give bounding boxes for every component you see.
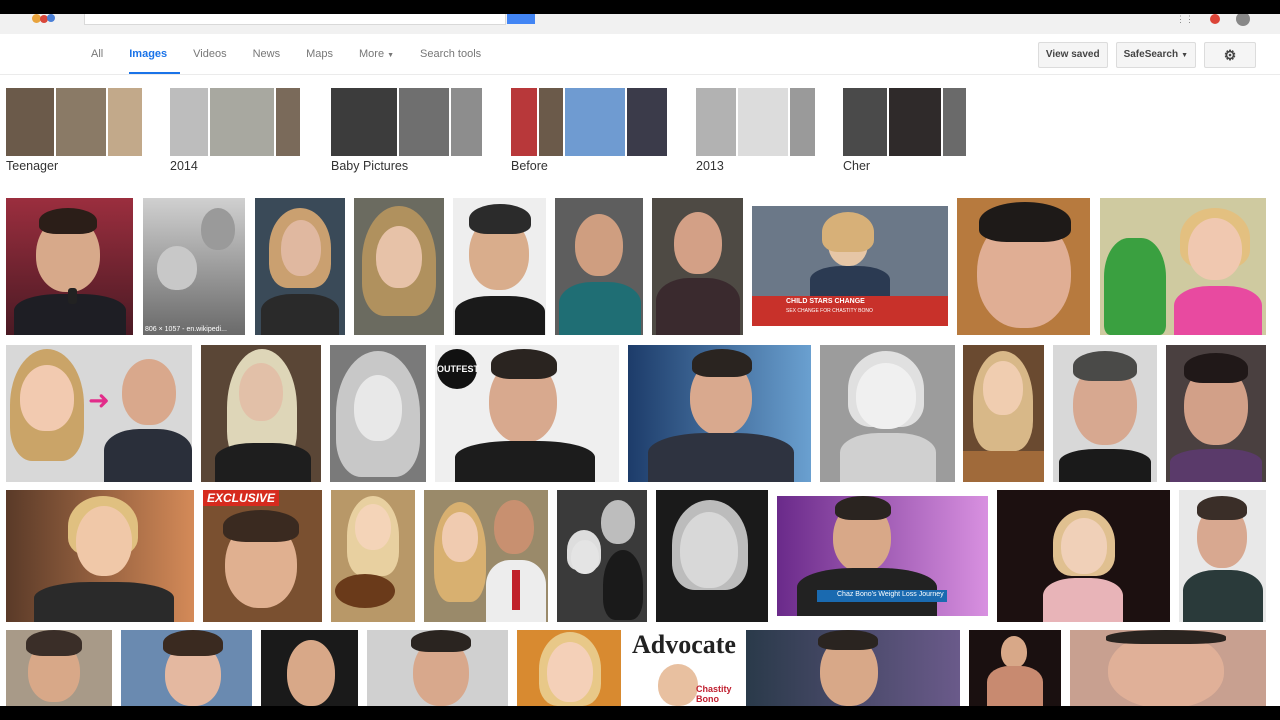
magazine-cover-name: Chastity Bono bbox=[696, 684, 732, 704]
search-input[interactable] bbox=[84, 14, 506, 25]
browser-viewport: ⋮⋮ All Images Videos News Maps More ▼ Sea… bbox=[0, 14, 1280, 706]
related-searches: Teenager 2014 Baby Pictures Before 2013 … bbox=[0, 88, 1280, 178]
avatar[interactable] bbox=[1236, 14, 1250, 26]
tab-videos[interactable]: Videos bbox=[193, 34, 239, 74]
related-chip[interactable]: 2013 bbox=[696, 88, 815, 173]
image-result[interactable] bbox=[969, 630, 1061, 706]
image-result[interactable] bbox=[652, 198, 743, 335]
tab-search-tools[interactable]: Search tools bbox=[420, 34, 494, 74]
image-results-row: Advocate Chastity Bono bbox=[0, 630, 1280, 706]
image-result[interactable] bbox=[1179, 490, 1266, 622]
image-result[interactable] bbox=[330, 345, 426, 482]
image-result[interactable]: OUTFEST bbox=[435, 345, 619, 482]
video-caption: Chaz Bono's Weight Loss Journey bbox=[837, 591, 944, 598]
related-thumbnails bbox=[6, 88, 142, 156]
magazine-title: Advocate bbox=[632, 630, 736, 659]
related-chip[interactable]: Cher bbox=[843, 88, 966, 173]
image-result[interactable] bbox=[354, 198, 444, 335]
related-label: Teenager bbox=[6, 159, 59, 173]
related-chip[interactable]: 2014 bbox=[170, 88, 302, 173]
image-result[interactable] bbox=[6, 630, 112, 706]
search-button[interactable] bbox=[507, 14, 535, 24]
image-result[interactable] bbox=[424, 490, 548, 622]
related-chip[interactable]: Baby Pictures bbox=[331, 88, 482, 173]
image-result[interactable] bbox=[261, 630, 358, 706]
image-result[interactable] bbox=[656, 490, 768, 622]
image-result[interactable]: Chaz Bono's Weight Loss Journey bbox=[777, 496, 988, 616]
image-result[interactable] bbox=[517, 630, 621, 706]
image-result[interactable] bbox=[997, 490, 1170, 622]
image-results-row: 806 × 1057 - en.wikipedi... CHILD STARS … bbox=[0, 198, 1280, 335]
view-saved-button[interactable]: View saved bbox=[1037, 42, 1108, 68]
image-result[interactable] bbox=[957, 198, 1090, 335]
related-label: 2014 bbox=[170, 159, 198, 173]
outfest-logo: OUTFEST bbox=[437, 349, 479, 389]
outfest-text: OUTFEST bbox=[437, 364, 479, 374]
image-results-row: ➜ OUTFEST bbox=[0, 345, 1280, 482]
news-headline: CHILD STARS CHANGE bbox=[786, 298, 865, 305]
related-thumbnails bbox=[511, 88, 667, 156]
arrow-right-icon: ➜ bbox=[88, 385, 110, 415]
notification-icon[interactable] bbox=[1210, 14, 1220, 24]
image-result[interactable] bbox=[963, 345, 1044, 482]
image-result[interactable] bbox=[121, 630, 252, 706]
related-label: Before bbox=[511, 159, 548, 173]
account-area: ⋮⋮ bbox=[1176, 14, 1250, 26]
image-result[interactable] bbox=[1070, 630, 1266, 706]
chevron-down-icon: ▼ bbox=[1181, 52, 1188, 59]
safesearch-label: SafeSearch bbox=[1123, 49, 1179, 60]
image-result[interactable] bbox=[201, 345, 321, 482]
image-result[interactable]: EXCLUSIVE bbox=[203, 490, 322, 622]
image-result[interactable]: ➜ bbox=[6, 345, 192, 482]
related-thumbnails bbox=[696, 88, 815, 156]
gear-icon: ⚙ bbox=[1223, 47, 1237, 63]
chevron-down-icon: ▼ bbox=[387, 52, 395, 59]
tab-more[interactable]: More ▼ bbox=[359, 34, 407, 74]
image-result[interactable] bbox=[746, 630, 960, 706]
image-result[interactable] bbox=[1053, 345, 1157, 482]
image-result[interactable] bbox=[557, 490, 647, 622]
related-label: Cher bbox=[843, 159, 871, 173]
image-result[interactable] bbox=[820, 345, 955, 482]
image-results-row: EXCLUSIVE Chaz Bono's Weight Loss Journe… bbox=[0, 490, 1280, 622]
image-result[interactable]: CHILD STARS CHANGE SEX CHANGE FOR CHASTI… bbox=[752, 206, 948, 326]
image-result[interactable] bbox=[6, 490, 194, 622]
toolbar-buttons: View saved SafeSearch ▼ ⚙ bbox=[1037, 42, 1256, 68]
image-result[interactable] bbox=[255, 198, 345, 335]
related-thumbnails bbox=[843, 88, 966, 156]
image-result[interactable] bbox=[1100, 198, 1266, 335]
tab-images[interactable]: Images bbox=[129, 34, 181, 74]
image-result[interactable] bbox=[628, 345, 811, 482]
tab-all[interactable]: All bbox=[91, 34, 116, 74]
image-result[interactable] bbox=[331, 490, 415, 622]
related-chip[interactable]: Before bbox=[511, 88, 667, 173]
related-thumbnails bbox=[170, 88, 302, 156]
image-result[interactable] bbox=[453, 198, 546, 335]
tab-maps[interactable]: Maps bbox=[306, 34, 346, 74]
image-result[interactable] bbox=[555, 198, 643, 335]
settings-button[interactable]: ⚙ bbox=[1204, 42, 1256, 68]
image-result[interactable]: Advocate Chastity Bono bbox=[630, 630, 737, 706]
related-label: 2013 bbox=[696, 159, 724, 173]
navigation-bar: All Images Videos News Maps More ▼ Search… bbox=[0, 34, 1280, 75]
image-result[interactable] bbox=[6, 198, 133, 335]
related-label: Baby Pictures bbox=[331, 159, 409, 173]
image-result[interactable] bbox=[1166, 345, 1266, 482]
image-result[interactable]: 806 × 1057 - en.wikipedi... bbox=[143, 198, 245, 335]
related-chip[interactable]: Teenager bbox=[6, 88, 142, 173]
news-subheadline: SEX CHANGE FOR CHASTITY BONO bbox=[786, 308, 873, 314]
safesearch-button[interactable]: SafeSearch ▼ bbox=[1115, 42, 1196, 68]
image-result[interactable] bbox=[367, 630, 508, 706]
tab-more-label: More bbox=[359, 48, 385, 60]
exclusive-banner: EXCLUSIVE bbox=[203, 490, 280, 506]
search-header: ⋮⋮ bbox=[0, 14, 1280, 34]
image-source-caption: 806 × 1057 - en.wikipedi... bbox=[145, 326, 227, 333]
tab-news[interactable]: News bbox=[253, 34, 294, 74]
apps-icon[interactable]: ⋮⋮ bbox=[1176, 14, 1194, 25]
search-tabs: All Images Videos News Maps More ▼ Search… bbox=[91, 34, 507, 74]
related-thumbnails bbox=[331, 88, 482, 156]
google-logo[interactable] bbox=[30, 14, 60, 26]
